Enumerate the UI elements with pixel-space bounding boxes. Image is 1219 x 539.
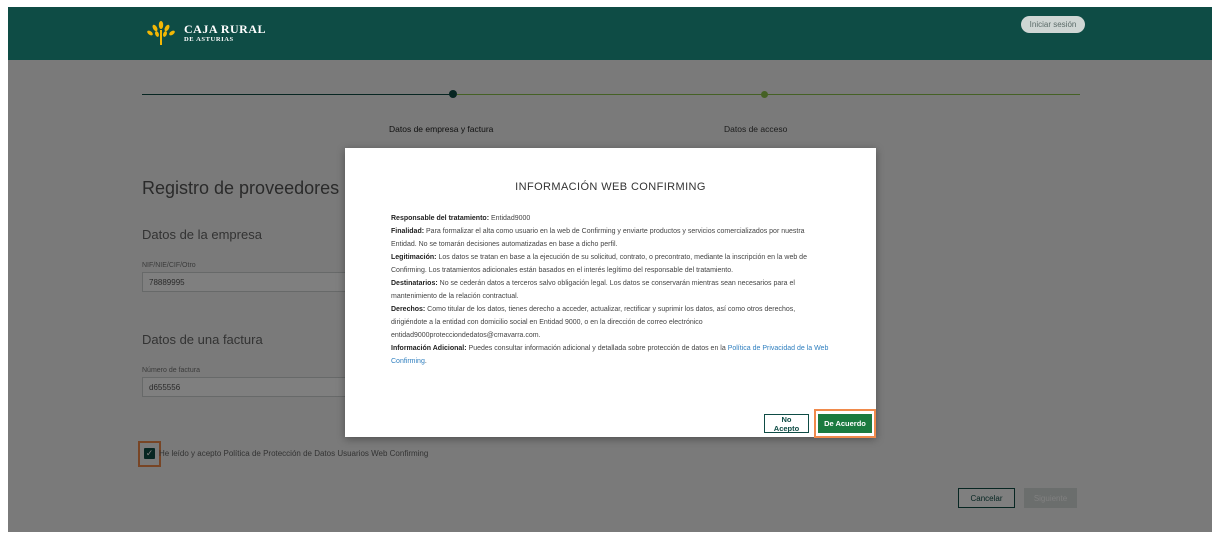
info-text: Puedes consultar información adicional y… (466, 345, 728, 352)
info-item: Finalidad: Para formalizar el alta como … (391, 225, 831, 251)
info-text: Los datos se tratan en base a la ejecuci… (391, 254, 807, 274)
info-text-end: . (424, 358, 427, 365)
info-text: No se cederán datos a terceros salvo obl… (391, 280, 795, 300)
dialog-title: INFORMACIÓN WEB CONFIRMING (515, 181, 706, 193)
info-item: Destinatarios: No se cederán datos a ter… (391, 277, 831, 303)
info-label: Legitimación: (391, 254, 437, 261)
browser-viewport: CAJA RURAL DE ASTURIAS Iniciar sesión Da… (8, 7, 1212, 532)
info-label: Derechos: (391, 306, 426, 313)
accept-button-highlight (814, 409, 876, 438)
caja-rural-logo[interactable]: CAJA RURAL DE ASTURIAS (144, 20, 266, 46)
info-label: Responsable del tratamiento: (391, 215, 490, 222)
confirming-info-dialog: INFORMACIÓN WEB CONFIRMING Responsable d… (345, 148, 876, 438)
decline-button[interactable]: No Acepto (764, 414, 809, 433)
wheat-logo-icon (147, 21, 175, 45)
top-header: CAJA RURAL DE ASTURIAS Iniciar sesión (8, 7, 1212, 60)
brand-sub-text: DE ASTURIAS (184, 35, 234, 43)
info-label: Información Adicional: (391, 345, 467, 352)
info-item-additional: Información Adicional: Puedes consultar … (391, 342, 831, 368)
info-text: Como titular de los datos, tienes derech… (391, 306, 796, 339)
info-label: Destinatarios: (391, 280, 438, 287)
info-text: Entidad9000 (489, 215, 531, 222)
info-item: Responsable del tratamiento: Entidad9000 (391, 212, 831, 225)
login-button[interactable]: Iniciar sesión (1021, 16, 1085, 33)
info-text: Para formalizar el alta como usuario en … (391, 228, 805, 248)
info-label: Finalidad: (391, 228, 425, 235)
info-item: Derechos: Como titular de los datos, tie… (391, 303, 831, 342)
brand-main-text: CAJA RURAL (184, 21, 267, 36)
dialog-body: Responsable del tratamiento: Entidad9000… (391, 212, 831, 368)
info-item: Legitimación: Los datos se tratan en bas… (391, 251, 831, 277)
brand-name: CAJA RURAL DE ASTURIAS (184, 23, 266, 44)
